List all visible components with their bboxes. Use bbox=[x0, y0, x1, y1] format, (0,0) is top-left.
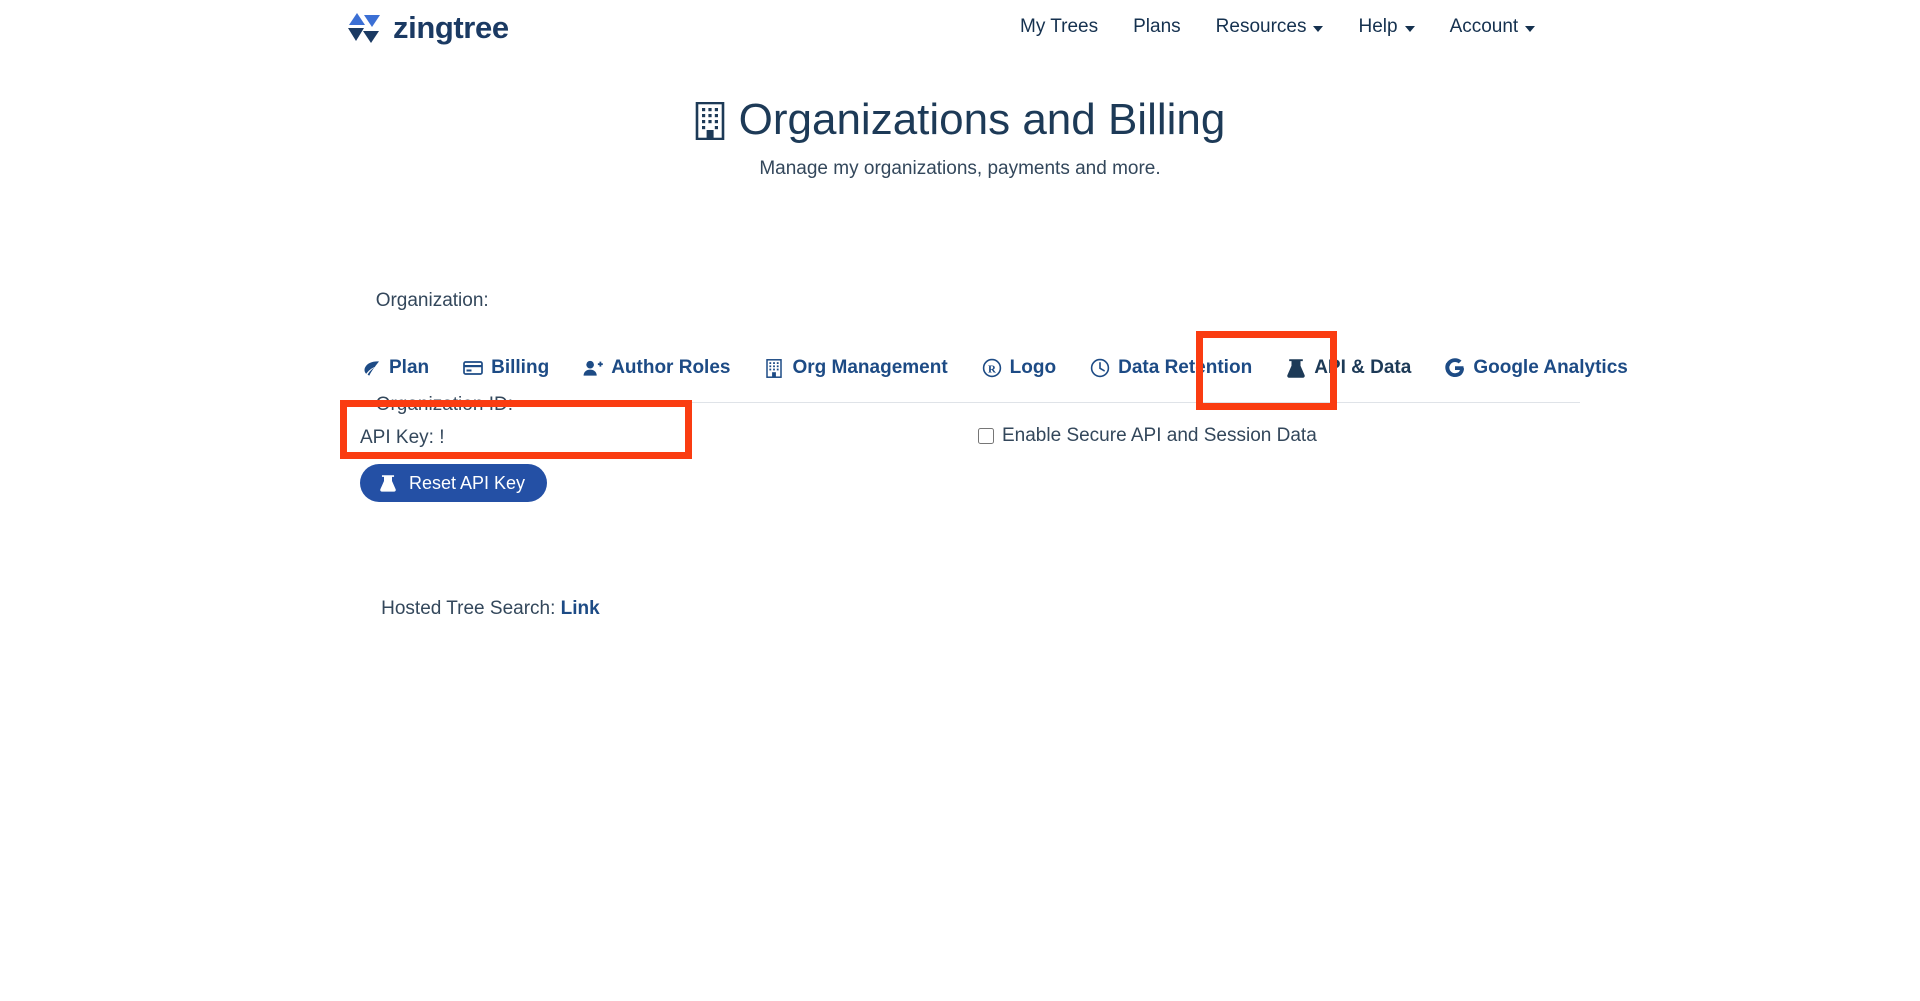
google-g-icon bbox=[1445, 358, 1465, 378]
building-icon bbox=[695, 101, 725, 141]
hosted-tree-search-row: Hosted Tree Search: Link bbox=[360, 576, 600, 642]
clock-icon bbox=[1090, 358, 1110, 378]
nav-label: My Trees bbox=[1020, 16, 1099, 37]
nav-label: Help bbox=[1358, 16, 1398, 37]
nav-links: My Trees Plans Resources Help Account bbox=[1020, 16, 1536, 38]
page-subtitle: Manage my organizations, payments and mo… bbox=[759, 157, 1161, 179]
top-navigation-bar: zingtree My Trees Plans Resources Help A… bbox=[0, 0, 1920, 62]
secure-api-checkbox[interactable] bbox=[978, 428, 994, 444]
tab-label: Org Management bbox=[792, 357, 948, 378]
page-header: Organizations and Billing Manage my orga… bbox=[0, 95, 1920, 180]
brand-name: zingtree bbox=[393, 9, 509, 45]
leaf-icon bbox=[361, 358, 381, 378]
tab-label: Plan bbox=[389, 357, 430, 378]
tab-label: Billing bbox=[491, 357, 550, 378]
page-title-row: Organizations and Billing bbox=[0, 95, 1920, 146]
tab-plan[interactable]: Plan bbox=[344, 357, 446, 390]
credit-card-icon bbox=[463, 358, 483, 378]
nav-item-resources[interactable]: Resources bbox=[1216, 16, 1324, 38]
chevron-down-icon bbox=[1313, 25, 1324, 32]
tab-label: Logo bbox=[1009, 357, 1057, 378]
zingtree-triangles-icon bbox=[344, 8, 384, 48]
page-title: Organizations and Billing bbox=[738, 95, 1226, 144]
nav-label: Plans bbox=[1133, 16, 1181, 37]
flask-icon bbox=[378, 473, 398, 493]
tab-label: Author Roles bbox=[611, 357, 731, 378]
organization-label: Organization: bbox=[375, 290, 489, 311]
user-plus-icon bbox=[583, 358, 603, 378]
svg-text:R: R bbox=[988, 363, 997, 375]
flask-icon bbox=[1286, 358, 1306, 378]
nav-item-help[interactable]: Help bbox=[1358, 16, 1415, 38]
tab-logo[interactable]: R Logo bbox=[965, 357, 1073, 390]
page-root: zingtree My Trees Plans Resources Help A… bbox=[0, 0, 1920, 1001]
nav-label: Account bbox=[1449, 16, 1519, 37]
tab-data-retention[interactable]: Data Retention bbox=[1073, 357, 1269, 390]
tab-api-and-data[interactable]: API & Data bbox=[1269, 357, 1428, 390]
hosted-tree-search-link[interactable]: Link bbox=[561, 598, 600, 619]
settings-tab-bar: Plan Billing Author Roles Org Management… bbox=[344, 357, 1628, 403]
tab-label: Data Retention bbox=[1118, 357, 1253, 378]
building-icon bbox=[764, 358, 784, 378]
nav-item-account[interactable]: Account bbox=[1450, 16, 1536, 38]
registered-trademark-icon: R bbox=[982, 358, 1002, 378]
tab-google-analytics[interactable]: Google Analytics bbox=[1428, 357, 1645, 390]
brand-logo-link[interactable]: zingtree bbox=[344, 8, 509, 48]
tab-label: API & Data bbox=[1314, 357, 1412, 378]
chevron-down-icon bbox=[1404, 25, 1415, 32]
nav-label: Resources bbox=[1215, 16, 1307, 37]
nav-item-my-trees[interactable]: My Trees bbox=[1020, 16, 1098, 38]
tab-org-management[interactable]: Org Management bbox=[747, 357, 964, 390]
tab-author-roles[interactable]: Author Roles bbox=[566, 357, 747, 390]
secure-api-checkbox-label[interactable]: Enable Secure API and Session Data bbox=[1002, 425, 1317, 447]
secure-api-checkbox-row[interactable]: Enable Secure API and Session Data bbox=[978, 425, 1317, 447]
tab-billing[interactable]: Billing bbox=[446, 357, 566, 390]
api-key-display: API Key: ! bbox=[360, 427, 445, 448]
chevron-down-icon bbox=[1525, 25, 1536, 32]
tab-label: Google Analytics bbox=[1473, 357, 1628, 378]
reset-api-key-button[interactable]: Reset API Key bbox=[360, 464, 548, 502]
hosted-tree-search-label: Hosted Tree Search: bbox=[381, 598, 561, 619]
reset-api-key-label: Reset API Key bbox=[409, 472, 526, 493]
nav-item-plans[interactable]: Plans bbox=[1133, 16, 1181, 38]
organization-row: Organization: bbox=[344, 262, 513, 366]
